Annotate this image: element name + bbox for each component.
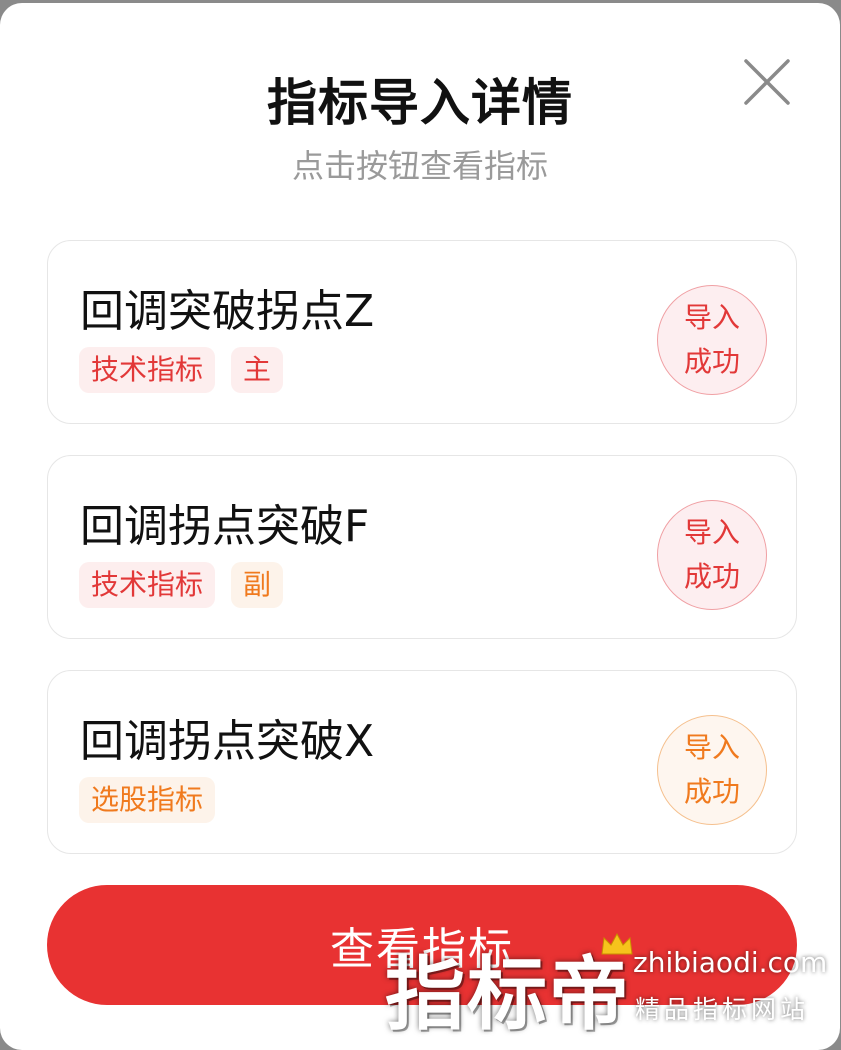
indicator-name: 回调拐点突破F [80,501,370,552]
stamp-line: 成功 [683,775,740,808]
stamp-line: 导入 [683,516,740,549]
dialog-subtitle: 点击按钮查看指标 [291,147,548,185]
indicator-name: 回调突破拐点Z [80,286,375,337]
tag: 选股指标 [79,777,216,823]
close-button[interactable] [740,55,794,109]
stamp-line: 成功 [683,345,740,378]
tag: 技术指标 [79,562,216,608]
tag-list: 技术指标 主 [79,347,284,393]
indicator-name: 回调拐点突破X [80,716,375,767]
stamp-line: 成功 [683,560,740,593]
dialog-title: 指标导入详情 [267,74,573,132]
indicator-card: 回调拐点突破X 选股指标 导入 成功 [47,670,797,854]
import-success-stamp: 导入 成功 [657,715,767,825]
view-indicators-button[interactable]: 查看指标 [47,885,797,1005]
stamp-line: 导入 [683,731,740,764]
tag-list: 选股指标 [79,777,216,823]
indicator-card: 回调突破拐点Z 技术指标 主 导入 成功 [47,240,797,424]
indicator-card: 回调拐点突破F 技术指标 副 导入 成功 [47,455,797,639]
stamp-line: 导入 [683,301,740,334]
tag: 技术指标 [79,347,216,393]
import-success-stamp: 导入 成功 [657,285,767,395]
close-icon [744,59,790,105]
tag-list: 技术指标 副 [79,562,284,608]
import-details-dialog: 指标导入详情 点击按钮查看指标 回调突破拐点Z 技术指标 主 导入 成功 回调拐… [0,3,840,1050]
tag: 副 [231,562,284,608]
import-success-stamp: 导入 成功 [657,500,767,610]
tag: 主 [231,347,284,393]
